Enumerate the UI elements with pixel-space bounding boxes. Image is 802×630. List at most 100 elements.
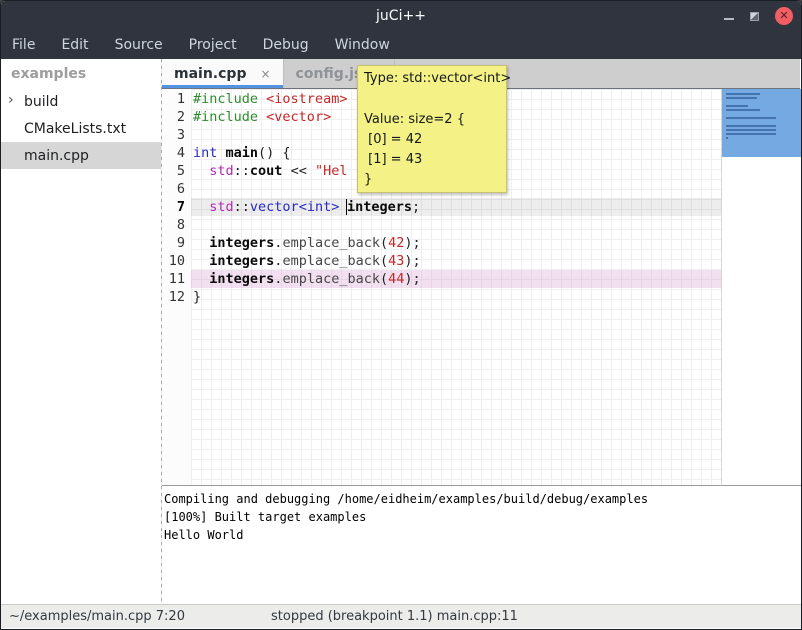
code-token [193, 235, 209, 251]
line-number: 3 [162, 126, 191, 144]
output-line: Hello World [164, 526, 798, 544]
menu-edit[interactable]: Edit [61, 37, 88, 53]
code-token: #include [193, 91, 258, 107]
status-debug-state: stopped (breakpoint 1.1) main.cpp:11 [271, 609, 518, 624]
juci-window: juCi++ ✕ File Edit Source Project Debug Windo… [0, 0, 802, 630]
code-token: << [282, 163, 315, 179]
code-line[interactable] [191, 216, 721, 234]
code-token: 43 [388, 253, 404, 269]
line-number: 2 [162, 108, 191, 126]
line-number: 12 [162, 288, 191, 306]
code-token: () { [258, 145, 291, 161]
code-line[interactable]: } [191, 288, 721, 306]
code-token: std [209, 163, 233, 179]
minimap-viewport[interactable] [722, 89, 801, 157]
minimap-code-line [726, 117, 776, 119]
code-token [193, 253, 209, 269]
minimize-icon[interactable] [724, 18, 734, 20]
tooltip-value-line: Value: size=2 { [364, 110, 500, 130]
code-token: ); [404, 253, 420, 269]
tooltip-value-line: [1] = 43 [364, 150, 500, 170]
menu-project[interactable]: Project [189, 37, 237, 53]
minimap-code-line [726, 97, 757, 99]
code-token: main [226, 145, 259, 161]
project-root-label: examples [1, 59, 161, 88]
code-line[interactable]: integers.emplace_back(42); [191, 234, 721, 252]
code-token [258, 109, 266, 125]
tree-item-CMakeLists.txt[interactable]: CMakeLists.txt [1, 115, 161, 142]
line-number: 11 [162, 270, 191, 288]
tooltip-value-line: } [364, 170, 500, 190]
code-token: integers [209, 271, 274, 287]
code-token: integers [209, 235, 274, 251]
minimap-code-line [726, 133, 776, 135]
statusbar: ~/examples/main.cpp 7:20 stopped (breakp… [1, 604, 801, 628]
minimap-code-line [726, 137, 728, 139]
code-token: integers [209, 253, 274, 269]
code-token: emplace_back [282, 235, 380, 251]
text-cursor: integers [346, 199, 412, 215]
window-title: juCi++ [376, 8, 426, 24]
line-number: 4 [162, 144, 191, 162]
output-line: Compiling and debugging /home/eidheim/ex… [164, 490, 798, 508]
minimap[interactable] [721, 89, 801, 486]
tab-main.cpp[interactable]: main.cpp × [162, 59, 284, 88]
code-token: ); [404, 271, 420, 287]
code-token: #include [193, 109, 258, 125]
close-tab-icon[interactable]: × [260, 67, 270, 81]
file-sidebar: examples ›build CMakeLists.txt main.cpp [1, 59, 161, 604]
pane-separator[interactable] [161, 59, 162, 604]
tab-label: main.cpp [174, 66, 246, 82]
code-token [258, 91, 266, 107]
code-token: ( [380, 253, 388, 269]
tree-item-label: CMakeLists.txt [24, 121, 126, 137]
code-token: ; [412, 199, 420, 215]
tree-item-main.cpp[interactable]: main.cpp [1, 142, 161, 169]
code-token: ( [380, 235, 388, 251]
code-token: emplace_back [282, 253, 380, 269]
tree-item-label: main.cpp [24, 148, 89, 164]
tree-item-build[interactable]: ›build [1, 88, 161, 115]
titlebar[interactable]: juCi++ ✕ [1, 1, 801, 31]
minimap-code-line [726, 109, 760, 111]
menu-debug[interactable]: Debug [263, 37, 309, 53]
code-token: cout [250, 163, 283, 179]
code-token: std [209, 199, 233, 215]
line-number: 7 [162, 198, 191, 216]
line-number: 5 [162, 162, 191, 180]
line-number: 6 [162, 180, 191, 198]
tree-item-label: build [24, 94, 58, 110]
tooltip-value-block: Value: size=2 { [0] = 42 [1] = 43} [364, 110, 500, 190]
code-token: } [193, 289, 201, 305]
code-token: :: [234, 199, 250, 215]
code-token: <iostream> [266, 91, 347, 107]
line-number: 10 [162, 252, 191, 270]
tooltip-value-line: [0] = 42 [364, 130, 500, 150]
code-token: int [193, 145, 217, 161]
output-line: [100%] Built target examples [164, 508, 798, 526]
line-number: 8 [162, 216, 191, 234]
menu-window[interactable]: Window [335, 37, 390, 53]
status-file-position: ~/examples/main.cpp 7:20 [9, 609, 185, 624]
minimap-code-line [726, 93, 760, 95]
menu-source[interactable]: Source [115, 37, 163, 53]
maximize-icon[interactable] [750, 12, 759, 21]
code-token: <vector> [266, 109, 331, 125]
close-icon[interactable]: ✕ [775, 7, 793, 25]
code-token: 42 [388, 235, 404, 251]
code-token [193, 163, 209, 179]
code-token: ); [404, 235, 420, 251]
code-token [193, 271, 209, 287]
menu-file[interactable]: File [12, 37, 35, 53]
gutter: 123456789101112 [162, 89, 191, 485]
code-token [193, 199, 209, 215]
line-number: 9 [162, 234, 191, 252]
output-panel[interactable]: Compiling and debugging /home/eidheim/ex… [162, 487, 800, 604]
code-line[interactable]: integers.emplace_back(43); [191, 252, 721, 270]
line-number: 1 [162, 90, 191, 108]
code-line[interactable]: std::vector<int> integers; [191, 198, 721, 216]
code-token: 44 [388, 271, 404, 287]
menubar: File Edit Source Project Debug Window [1, 31, 801, 59]
code-line[interactable]: integers.emplace_back(44); [191, 270, 721, 288]
minimap-code-line [726, 129, 776, 131]
